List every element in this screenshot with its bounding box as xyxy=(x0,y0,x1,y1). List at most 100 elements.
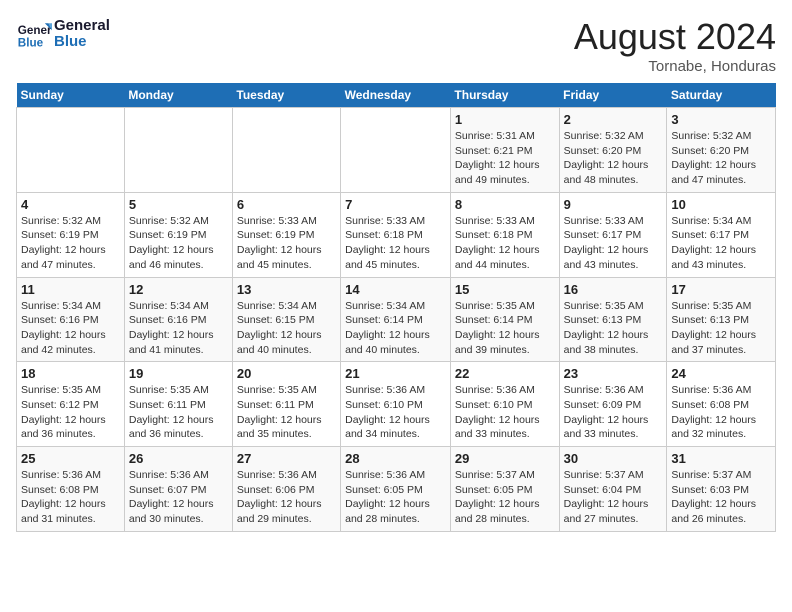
calendar-cell: 16 Sunrise: 5:35 AMSunset: 6:13 PMDayligh… xyxy=(559,277,667,362)
day-number: 26 xyxy=(129,451,228,466)
day-number: 28 xyxy=(345,451,446,466)
calendar-cell: 6 Sunrise: 5:33 AMSunset: 6:19 PMDaylight… xyxy=(232,192,340,277)
day-number: 14 xyxy=(345,282,446,297)
col-header-monday: Monday xyxy=(124,83,232,108)
week-row-4: 18Sunrise: 5:35 AMSunset: 6:12 PMDayligh… xyxy=(17,362,776,447)
day-number: 15 xyxy=(455,282,555,297)
logo-icon: General Blue xyxy=(16,16,52,52)
calendar-cell: 27 Sunrise: 5:36 AMSunset: 6:06 PMDayligh… xyxy=(232,447,340,532)
col-header-saturday: Saturday xyxy=(667,83,776,108)
day-info: Sunrise: 5:35 AMSunset: 6:14 PMDaylight:… xyxy=(455,299,555,358)
day-number: 23 xyxy=(564,366,663,381)
day-info: Sunrise: 5:34 AMSunset: 6:15 PMDaylight:… xyxy=(237,299,336,358)
day-info: Sunrise: 5:35 AMSunset: 6:13 PMDaylight:… xyxy=(671,299,771,358)
week-row-3: 11 Sunrise: 5:34 AMSunset: 6:16 PMDayligh… xyxy=(17,277,776,362)
calendar-cell: 11 Sunrise: 5:34 AMSunset: 6:16 PMDayligh… xyxy=(17,277,125,362)
day-number: 29 xyxy=(455,451,555,466)
day-info: Sunrise: 5:32 AMSunset: 6:20 PMDaylight:… xyxy=(671,129,771,188)
day-number: 20 xyxy=(237,366,336,381)
calendar-table: SundayMondayTuesdayWednesdayThursdayFrid… xyxy=(16,83,776,532)
day-info: Sunrise: 5:36 AMSunset: 6:05 PMDaylight:… xyxy=(345,468,446,527)
week-row-5: 25 Sunrise: 5:36 AMSunset: 6:08 PMDayligh… xyxy=(17,447,776,532)
calendar-cell: 2 Sunrise: 5:32 AMSunset: 6:20 PMDaylight… xyxy=(559,108,667,193)
day-number: 7 xyxy=(345,197,446,212)
calendar-cell: 15 Sunrise: 5:35 AMSunset: 6:14 PMDayligh… xyxy=(450,277,559,362)
svg-text:Blue: Blue xyxy=(18,37,44,50)
calendar-cell: 25 Sunrise: 5:36 AMSunset: 6:08 PMDayligh… xyxy=(17,447,125,532)
col-header-friday: Friday xyxy=(559,83,667,108)
calendar-cell: 19Sunrise: 5:35 AMSunset: 6:11 PMDayligh… xyxy=(124,362,232,447)
day-info: Sunrise: 5:31 AMSunset: 6:21 PMDaylight:… xyxy=(455,129,555,188)
day-number: 1 xyxy=(455,112,555,127)
calendar-cell: 21 Sunrise: 5:36 AMSunset: 6:10 PMDayligh… xyxy=(341,362,451,447)
calendar-cell: 22 Sunrise: 5:36 AMSunset: 6:10 PMDayligh… xyxy=(450,362,559,447)
day-number: 6 xyxy=(237,197,336,212)
day-info: Sunrise: 5:36 AMSunset: 6:06 PMDaylight:… xyxy=(237,468,336,527)
day-number: 9 xyxy=(564,197,663,212)
day-number: 27 xyxy=(237,451,336,466)
day-info: Sunrise: 5:34 AMSunset: 6:16 PMDaylight:… xyxy=(21,299,120,358)
calendar-cell: 5Sunrise: 5:32 AMSunset: 6:19 PMDaylight… xyxy=(124,192,232,277)
day-info: Sunrise: 5:32 AMSunset: 6:20 PMDaylight:… xyxy=(564,129,663,188)
day-info: Sunrise: 5:35 AMSunset: 6:13 PMDaylight:… xyxy=(564,299,663,358)
day-number: 25 xyxy=(21,451,120,466)
day-number: 12 xyxy=(129,282,228,297)
calendar-cell: 14 Sunrise: 5:34 AMSunset: 6:14 PMDayligh… xyxy=(341,277,451,362)
calendar-cell: 31 Sunrise: 5:37 AMSunset: 6:03 PMDayligh… xyxy=(667,447,776,532)
logo-line2: Blue xyxy=(54,34,110,51)
calendar-header: SundayMondayTuesdayWednesdayThursdayFrid… xyxy=(17,83,776,108)
logo: General Blue General Blue xyxy=(16,16,110,52)
calendar-cell: 23Sunrise: 5:36 AMSunset: 6:09 PMDayligh… xyxy=(559,362,667,447)
day-info: Sunrise: 5:35 AMSunset: 6:11 PMDaylight:… xyxy=(237,383,336,442)
day-info: Sunrise: 5:33 AMSunset: 6:18 PMDaylight:… xyxy=(455,214,555,273)
calendar-cell xyxy=(17,108,125,193)
day-number: 13 xyxy=(237,282,336,297)
day-number: 11 xyxy=(21,282,120,297)
day-number: 31 xyxy=(671,451,771,466)
day-info: Sunrise: 5:37 AMSunset: 6:03 PMDaylight:… xyxy=(671,468,771,527)
week-row-2: 4 Sunrise: 5:32 AMSunset: 6:19 PMDaylight… xyxy=(17,192,776,277)
day-info: Sunrise: 5:32 AMSunset: 6:19 PMDaylight:… xyxy=(129,214,228,273)
day-info: Sunrise: 5:34 AMSunset: 6:17 PMDaylight:… xyxy=(671,214,771,273)
calendar-cell: 9 Sunrise: 5:33 AMSunset: 6:17 PMDaylight… xyxy=(559,192,667,277)
week-row-1: 1 Sunrise: 5:31 AMSunset: 6:21 PMDaylight… xyxy=(17,108,776,193)
calendar-cell: 10Sunrise: 5:34 AMSunset: 6:17 PMDayligh… xyxy=(667,192,776,277)
calendar-cell xyxy=(232,108,340,193)
col-header-wednesday: Wednesday xyxy=(341,83,451,108)
col-header-tuesday: Tuesday xyxy=(232,83,340,108)
day-number: 3 xyxy=(671,112,771,127)
page-header: General Blue General Blue August 2024 To… xyxy=(16,16,776,75)
day-number: 4 xyxy=(21,197,120,212)
logo-line1: General xyxy=(54,18,110,35)
col-header-sunday: Sunday xyxy=(17,83,125,108)
day-info: Sunrise: 5:35 AMSunset: 6:11 PMDaylight:… xyxy=(129,383,228,442)
day-number: 8 xyxy=(455,197,555,212)
calendar-cell: 8 Sunrise: 5:33 AMSunset: 6:18 PMDaylight… xyxy=(450,192,559,277)
day-info: Sunrise: 5:36 AMSunset: 6:10 PMDaylight:… xyxy=(455,383,555,442)
day-number: 16 xyxy=(564,282,663,297)
location-subtitle: Tornabe, Honduras xyxy=(574,58,776,75)
day-number: 2 xyxy=(564,112,663,127)
title-block: August 2024 Tornabe, Honduras xyxy=(574,16,776,75)
day-info: Sunrise: 5:36 AMSunset: 6:10 PMDaylight:… xyxy=(345,383,446,442)
calendar-cell: 18Sunrise: 5:35 AMSunset: 6:12 PMDayligh… xyxy=(17,362,125,447)
day-info: Sunrise: 5:37 AMSunset: 6:04 PMDaylight:… xyxy=(564,468,663,527)
svg-text:General: General xyxy=(18,24,52,37)
day-info: Sunrise: 5:36 AMSunset: 6:08 PMDaylight:… xyxy=(21,468,120,527)
day-info: Sunrise: 5:33 AMSunset: 6:19 PMDaylight:… xyxy=(237,214,336,273)
calendar-cell xyxy=(341,108,451,193)
month-title: August 2024 xyxy=(574,16,776,58)
day-info: Sunrise: 5:33 AMSunset: 6:17 PMDaylight:… xyxy=(564,214,663,273)
calendar-cell: 1 Sunrise: 5:31 AMSunset: 6:21 PMDaylight… xyxy=(450,108,559,193)
day-number: 30 xyxy=(564,451,663,466)
day-number: 21 xyxy=(345,366,446,381)
day-info: Sunrise: 5:36 AMSunset: 6:07 PMDaylight:… xyxy=(129,468,228,527)
calendar-cell: 4Sunrise: 5:32 AMSunset: 6:19 PMDaylight… xyxy=(17,192,125,277)
day-info: Sunrise: 5:33 AMSunset: 6:18 PMDaylight:… xyxy=(345,214,446,273)
day-number: 22 xyxy=(455,366,555,381)
day-info: Sunrise: 5:34 AMSunset: 6:16 PMDaylight:… xyxy=(129,299,228,358)
calendar-cell: 12 Sunrise: 5:34 AMSunset: 6:16 PMDayligh… xyxy=(124,277,232,362)
day-info: Sunrise: 5:34 AMSunset: 6:14 PMDaylight:… xyxy=(345,299,446,358)
calendar-cell: 30 Sunrise: 5:37 AMSunset: 6:04 PMDayligh… xyxy=(559,447,667,532)
day-number: 17 xyxy=(671,282,771,297)
